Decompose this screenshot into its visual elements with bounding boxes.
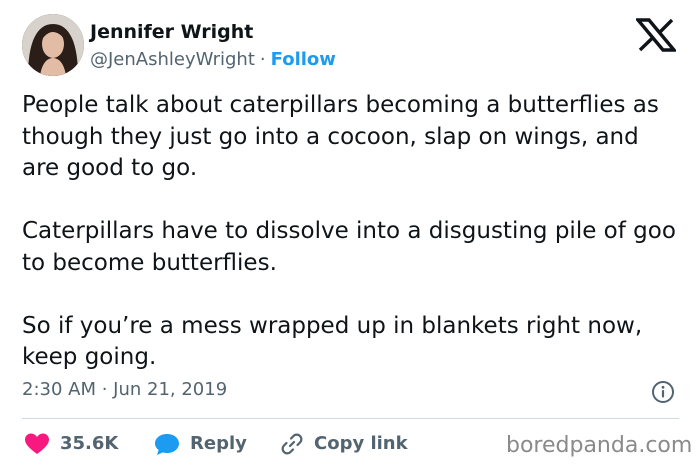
divider xyxy=(22,418,679,419)
tweet-timestamp[interactable]: 2:30 AM · Jun 21, 2019 xyxy=(22,378,227,402)
heart-icon xyxy=(25,433,49,454)
author-meta: @JenAshleyWright · Follow xyxy=(90,48,336,72)
reply-button[interactable]: Reply xyxy=(154,430,247,458)
like-button[interactable]: 35.6K xyxy=(24,430,118,458)
follow-button[interactable]: Follow xyxy=(271,49,336,70)
tweet-paragraph: So if you’re a mess wrapped up in blanke… xyxy=(22,312,643,371)
tweet-paragraph: People talk about caterpillars becoming … xyxy=(22,92,659,181)
reply-label: Reply xyxy=(190,433,247,454)
x-logo-icon[interactable] xyxy=(636,18,676,52)
watermark: boredpanda.com xyxy=(506,433,693,458)
tweet-card: Jennifer Wright @JenAshleyWright · Follow … xyxy=(0,0,700,471)
tweet-paragraph: Caterpillars have to dissolve into a dis… xyxy=(22,218,676,276)
tweet-text: People talk about caterpillars becoming … xyxy=(22,90,682,374)
speech-bubble-icon xyxy=(155,434,179,455)
avatar[interactable] xyxy=(22,14,84,76)
info-icon[interactable] xyxy=(651,380,675,404)
author-handle[interactable]: @JenAshleyWright xyxy=(90,49,255,70)
copy-link-label: Copy link xyxy=(314,433,408,454)
author-name[interactable]: Jennifer Wright xyxy=(90,20,253,44)
like-count: 35.6K xyxy=(60,433,119,454)
copy-link-button[interactable]: Copy link xyxy=(280,430,408,458)
separator-dot: · xyxy=(259,49,266,70)
action-bar: 35.6K Reply Copy link xyxy=(22,430,462,458)
link-icon xyxy=(281,433,303,455)
